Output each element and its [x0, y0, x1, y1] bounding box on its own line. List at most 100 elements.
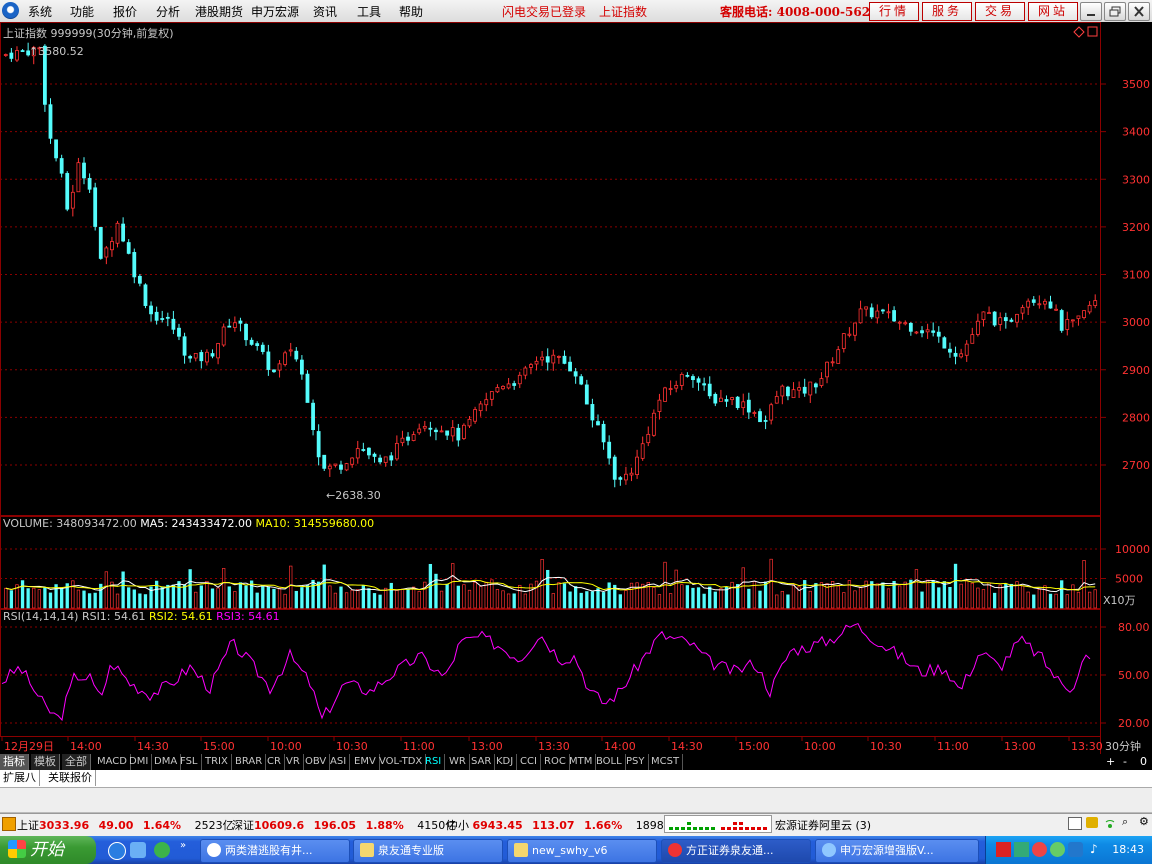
mode-tab-1[interactable]: 模板 — [31, 754, 60, 770]
menu-tools[interactable]: 工具 — [357, 3, 381, 20]
x-tick-label: 10:30 — [870, 740, 902, 753]
candle-body — [702, 383, 707, 386]
high-price-marker: ↑3580.52 — [29, 45, 84, 58]
chart-canvas[interactable]: 3500 3400 3300 3200 3100 3000 2900 2800 2700 100… — [0, 22, 1152, 754]
menu-swhy[interactable]: 申万宏源 — [251, 3, 299, 20]
mode-tab-2[interactable]: 全部 — [62, 754, 91, 770]
indicator-tab-wr[interactable]: WR — [446, 754, 470, 770]
volume-bar — [786, 594, 790, 609]
candle-body — [160, 318, 165, 320]
task-item-5[interactable]: 申万宏源增强版V... — [815, 839, 979, 863]
trade-button[interactable]: 交易 — [975, 2, 1025, 21]
menu-function[interactable]: 功能 — [70, 3, 94, 20]
indicator-tab-dmi[interactable]: DMI — [126, 754, 153, 770]
volume-tick-label: 5000 — [1115, 573, 1143, 586]
candle-body — [383, 456, 388, 463]
candle-body — [1087, 304, 1092, 313]
volume-bar — [635, 582, 639, 609]
tray-antivirus-icon[interactable] — [996, 842, 1011, 857]
indicator-tab-boll[interactable]: BOLL — [593, 754, 626, 770]
desktop-quicklaunch-icon[interactable] — [130, 842, 146, 858]
zoom-reset-button[interactable]: 0 — [1140, 755, 1147, 768]
menu-analysis[interactable]: 分析 — [156, 3, 180, 20]
volume-bar — [82, 590, 86, 609]
minimize-icon[interactable] — [1080, 2, 1102, 21]
indicator-tab-asi[interactable]: ASI — [327, 754, 351, 770]
service-button[interactable]: 服务 — [922, 2, 972, 21]
tab-related-quotes[interactable]: 关联报价 — [45, 770, 96, 786]
indicator-tab-vol-tdx[interactable]: VOL-TDX — [376, 754, 427, 770]
candle-body — [506, 383, 511, 389]
volume-bar — [277, 587, 282, 609]
candle-body — [473, 409, 477, 422]
ticker-smallcap[interactable]: 中小 6943.45 113.07 1.66% 1898亿 — [447, 817, 675, 833]
flash-trade-status[interactable]: 闪电交易已登录 — [502, 3, 586, 20]
task-item-3[interactable]: new_swhy_v6 — [507, 839, 657, 863]
indicator-tab-cr[interactable]: CR — [264, 754, 285, 770]
period-label[interactable]: 30分钟 — [1105, 738, 1141, 754]
rsi-label: RSI(14,14,14) — [3, 610, 79, 623]
indicator-tab-sar[interactable]: SAR — [468, 754, 496, 770]
mode-tab-0[interactable]: 指标 — [0, 754, 29, 770]
volume-bar — [1076, 591, 1081, 609]
settings-icon[interactable]: ⚙ — [1139, 815, 1151, 829]
tray-media-icon[interactable] — [1050, 842, 1065, 857]
indicator-tab-fsl[interactable]: FSL — [177, 754, 202, 770]
menu-system[interactable]: 系统 — [28, 3, 52, 20]
volume-bar — [255, 592, 259, 609]
menu-quote[interactable]: 报价 — [113, 3, 137, 20]
tray-network-icon[interactable] — [1014, 842, 1029, 857]
ticker-shanghai[interactable]: 上证3033.96 49.00 1.64% 2523亿 — [17, 817, 234, 833]
candle-body — [875, 310, 880, 319]
task-item-1[interactable]: 两类潜逃股有井... — [200, 839, 350, 863]
sh-value: 3033.96 — [39, 819, 90, 832]
indicator-tab-psy[interactable]: PSY — [623, 754, 649, 770]
zoom-in-button[interactable]: + — [1106, 755, 1115, 768]
menu-news[interactable]: 资讯 — [313, 3, 337, 20]
indicator-tab-brar[interactable]: BRAR — [232, 754, 267, 770]
candle-body — [780, 385, 785, 397]
lock-icon[interactable] — [1086, 817, 1098, 828]
indicator-tab-mtm[interactable]: MTM — [566, 754, 597, 770]
volume-bar — [132, 589, 136, 609]
restore-icon[interactable] — [1104, 2, 1126, 21]
layout-icon[interactable] — [1068, 817, 1082, 830]
candle-body — [685, 374, 690, 377]
tray-shield-icon[interactable] — [1068, 842, 1083, 857]
indicator-tab-mcst[interactable]: MCST — [648, 754, 684, 770]
current-index-link[interactable]: 上证指数 — [599, 3, 647, 20]
candle-body — [411, 434, 416, 441]
indicator-tab-trix[interactable]: TRIX — [202, 754, 232, 770]
menu-hk-futures[interactable]: 港股期货 — [195, 3, 243, 20]
website-button[interactable]: 网站 — [1028, 2, 1078, 21]
ie-quicklaunch-icon[interactable] — [108, 842, 126, 860]
volume-bar — [350, 589, 354, 609]
candle-body — [813, 383, 818, 388]
zoom-out-button[interactable]: - — [1123, 755, 1127, 768]
tray-volume-icon[interactable]: ♪ — [1090, 842, 1105, 857]
task-item-4[interactable]: 方正证券泉友通... — [661, 839, 811, 863]
ticker-menu-icon[interactable] — [2, 817, 16, 831]
candle-body — [48, 104, 53, 139]
ticker-shenzhen[interactable]: 深证10609.6 196.05 1.88% 4150亿 — [232, 817, 456, 833]
browser-quicklaunch-icon[interactable] — [154, 842, 170, 858]
search-icon[interactable]: ⌕ — [1122, 815, 1136, 829]
tab-extension-8[interactable]: 扩展八 — [0, 770, 40, 786]
close-icon[interactable] — [1128, 2, 1150, 21]
indicator-tab-rsi[interactable]: RSI — [422, 754, 446, 770]
volume-bar — [411, 586, 416, 609]
candle-body — [1015, 313, 1019, 323]
task-item-2[interactable]: 泉友通专业版 — [353, 839, 503, 863]
menu-help[interactable]: 帮助 — [399, 3, 423, 20]
task-item-3-label: new_swhy_v6 — [532, 844, 608, 857]
indicator-tab-cci[interactable]: CCI — [517, 754, 541, 770]
server-name[interactable]: 宏源证券阿里云 (3) — [775, 817, 871, 833]
app-logo-icon[interactable] — [2, 2, 19, 19]
tray-security-icon[interactable] — [1032, 842, 1047, 857]
indicator-tab-kdj[interactable]: KDJ — [493, 754, 518, 770]
quicklaunch-expand-icon[interactable]: » — [180, 840, 186, 851]
indicator-tab-vr[interactable]: VR — [283, 754, 304, 770]
start-button[interactable]: 开始 — [0, 836, 96, 864]
candle-body — [367, 447, 371, 456]
market-button[interactable]: 行情 — [869, 2, 919, 21]
